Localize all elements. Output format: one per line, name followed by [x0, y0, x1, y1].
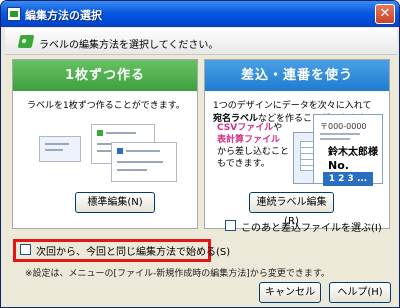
- continuous-label-edit-button[interactable]: 連続ラベル編集(R): [249, 192, 334, 227]
- instruction-text: ラベルの編集方法を選択してください。: [39, 40, 219, 51]
- business-card-illustration: [111, 142, 177, 182]
- csv-line3: から差し込むこと: [217, 147, 290, 157]
- merge-description-line1: 1つのデザインにデータを次々に入れて: [213, 101, 372, 111]
- standard-edit-button[interactable]: 標準編集(N): [75, 192, 155, 213]
- single-edit-title: 1枚ずつ作る: [13, 60, 197, 91]
- app-icon: [7, 7, 21, 21]
- sequence-number-badge: 1 2 3 ...: [323, 172, 373, 186]
- instruction-bar: ラベルの編集方法を選択してください。: [5, 28, 397, 55]
- zip-code-text: 〒000-0000: [320, 122, 367, 131]
- choose-merge-file-checkbox[interactable]: [225, 220, 236, 231]
- business-card-illustration: [39, 136, 81, 162]
- number-text: No.: [328, 159, 349, 172]
- recipient-name-text: 鈴木太郎様: [328, 147, 378, 158]
- single-edit-panel: 1枚ずつ作る ラベルを1枚ずつ作ることができます。 標準編集(N): [12, 59, 198, 229]
- merge-sequence-title: 差込・連番を使う: [205, 60, 389, 91]
- csv-description: CSVファイルや 表計算ファイル から差し込むこと もできます。: [217, 122, 289, 170]
- csv-line4: もできます。: [217, 159, 270, 169]
- csv-file-term: CSVファイル: [217, 123, 274, 133]
- settings-note: ※設定は、メニューの[ファイル-新規作成時の編集方法]から変更できます。: [25, 269, 330, 279]
- remember-method-checkbox[interactable]: [20, 244, 31, 255]
- remember-method-label: 次回から、今回と同じ編集方法で始める(S): [36, 247, 231, 258]
- merge-sequence-panel: 差込・連番を使う 1つのデザインにデータを次々に入れて 宛名ラベルなどを作ること…: [204, 59, 390, 229]
- csv-line1-suffix: や: [273, 123, 283, 133]
- window-title: 編集方法の選択: [25, 9, 102, 22]
- spreadsheet-file-term: 表計算ファイル: [217, 135, 281, 145]
- choose-merge-file-label: このあと差込ファイルを選ぶ(I): [241, 223, 382, 234]
- edit-method-dialog: 編集方法の選択 ✕ ラベルの編集方法を選択してください。 1枚ずつ作る ラベルを…: [0, 0, 400, 308]
- help-button[interactable]: ヘルプ(H): [329, 282, 391, 303]
- close-button[interactable]: ✕: [375, 4, 395, 24]
- title-bar[interactable]: 編集方法の選択 ✕: [1, 1, 399, 27]
- single-edit-description: ラベルを1枚ずつ作ることができます。: [27, 101, 185, 111]
- cancel-button[interactable]: キャンセル: [259, 282, 321, 303]
- label-tag-icon: [17, 35, 35, 48]
